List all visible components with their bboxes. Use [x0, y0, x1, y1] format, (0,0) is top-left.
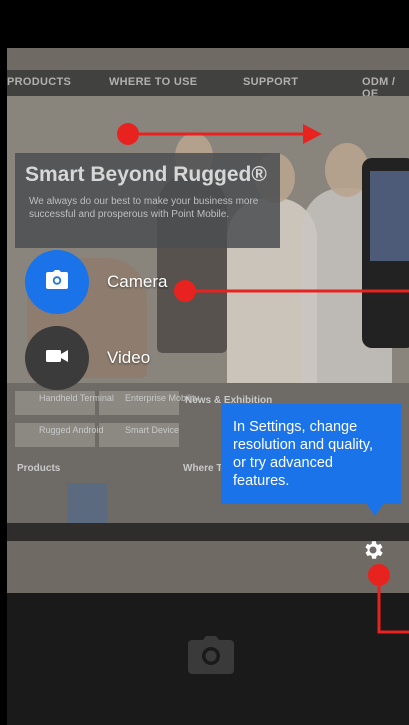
gear-icon: [361, 538, 385, 567]
preview-text: Handheld Terminal: [39, 393, 114, 403]
mode-video-circle: [25, 326, 89, 390]
shutter-button[interactable]: [188, 635, 234, 679]
camera-app: PRODUCTS WHERE TO USE SUPPORT ODM / OE S…: [0, 0, 409, 725]
mode-camera-circle: [25, 250, 89, 314]
settings-tooltip-tail: [366, 503, 384, 516]
camera-icon: [45, 269, 69, 295]
preview-taskbar: [7, 523, 409, 541]
mode-camera[interactable]: Camera: [25, 250, 167, 314]
preview-nav-item: WHERE TO USE: [109, 76, 198, 88]
mode-video-label: Video: [107, 348, 151, 367]
mode-video[interactable]: Video: [25, 326, 150, 390]
mode-camera-label: Camera: [107, 272, 168, 291]
left-edge: [0, 0, 7, 725]
settings-tooltip[interactable]: In Settings, change resolution and quali…: [221, 404, 401, 504]
preview-headline: Smart Beyond Rugged®: [25, 163, 267, 186]
preview-product-image: [67, 483, 107, 523]
video-icon: [45, 348, 69, 369]
settings-tooltip-text: In Settings, change resolution and quali…: [233, 419, 373, 489]
preview-subline: We always do our best to make your busin…: [29, 196, 259, 220]
camera-viewfinder[interactable]: PRODUCTS WHERE TO USE SUPPORT ODM / OE S…: [7, 48, 409, 593]
preview-text: Smart Device: [125, 425, 180, 435]
preview-text: Rugged Android: [39, 425, 104, 435]
preview-nav-item: PRODUCTS: [7, 76, 72, 88]
preview-nav-item: SUPPORT: [243, 76, 299, 88]
camera-shutter-icon: [188, 635, 234, 679]
settings-button[interactable]: [357, 536, 389, 568]
preview-text: Products: [17, 463, 61, 474]
preview-website-nav: PRODUCTS WHERE TO USE SUPPORT ODM / OE: [7, 70, 409, 100]
preview-device-screen: [370, 171, 409, 261]
